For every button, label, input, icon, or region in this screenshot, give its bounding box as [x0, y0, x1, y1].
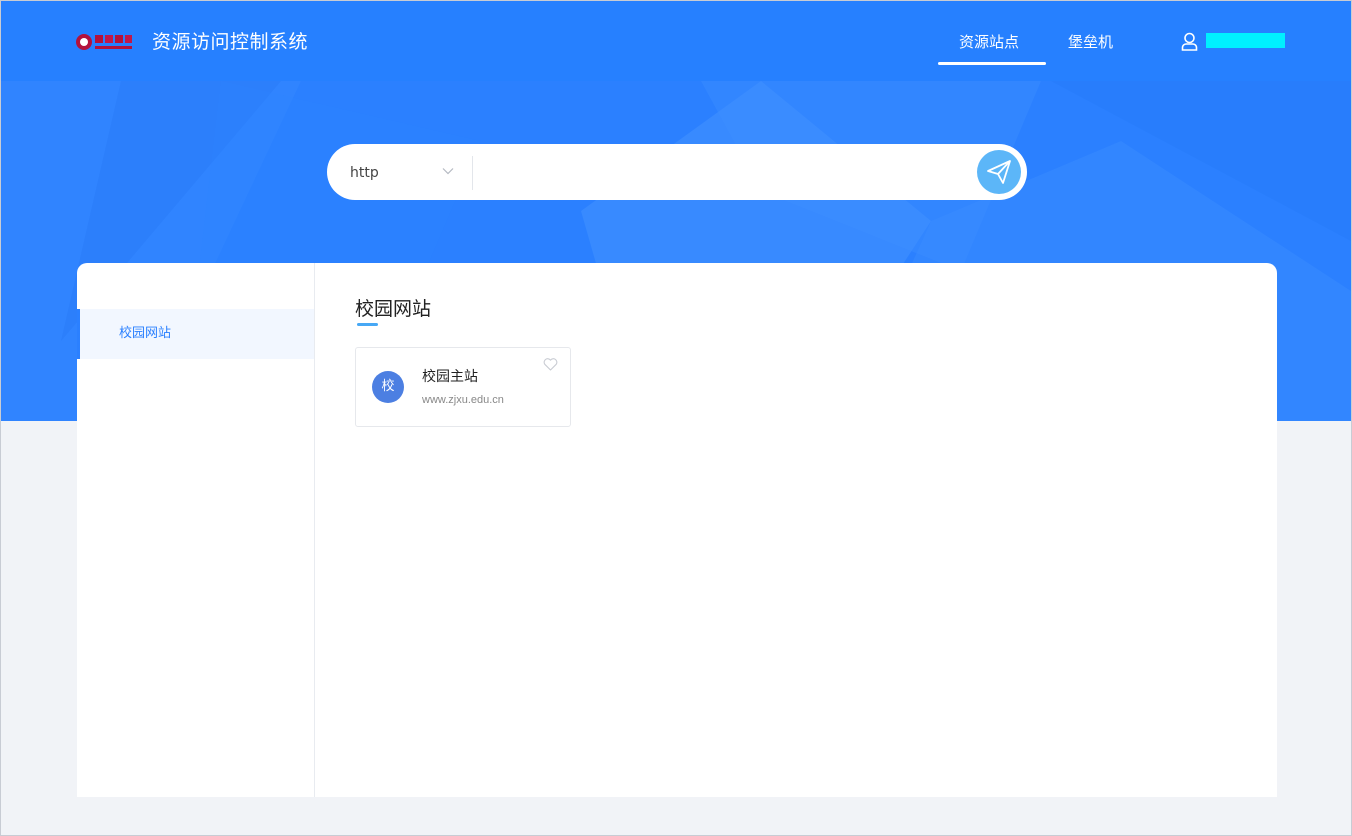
- site-avatar: 校: [372, 371, 404, 403]
- university-logo: [76, 34, 132, 50]
- protocol-value: http: [350, 165, 379, 181]
- section-title: 校园网站: [355, 298, 432, 320]
- paper-plane-icon: [987, 160, 1011, 184]
- top-navigation-bar: 资源访问控制系统 资源站点 堡垒机: [1, 1, 1351, 81]
- site-card[interactable]: 校 校园主站 www.zjxu.edu.cn: [355, 347, 571, 427]
- nav-bastion-host[interactable]: 堡垒机: [1068, 31, 1113, 57]
- nav-active-indicator: [938, 62, 1046, 65]
- heart-outline-icon[interactable]: [543, 358, 558, 371]
- sidebar-item-label: 校园网站: [119, 326, 172, 341]
- chevron-down-icon: [442, 168, 454, 175]
- category-sidebar: 校园网站: [77, 263, 315, 797]
- user-icon[interactable]: [1181, 32, 1198, 51]
- go-button-circle: [977, 150, 1021, 194]
- sidebar-item-campus-websites[interactable]: 校园网站: [77, 309, 314, 359]
- nav-resource-sites[interactable]: 资源站点: [959, 31, 1019, 57]
- username-redacted[interactable]: [1206, 33, 1285, 48]
- content-panel: 校园网站 校园网站 校 校园主站 www.zjxu.edu.cn: [77, 263, 1277, 797]
- search-divider: [472, 156, 473, 190]
- protocol-select[interactable]: http: [327, 144, 473, 200]
- section-title-underline: [357, 323, 378, 326]
- url-input[interactable]: [483, 152, 983, 192]
- go-button[interactable]: [973, 146, 1025, 198]
- resource-search-bar: http: [327, 144, 1027, 200]
- app-title: 资源访问控制系统: [152, 31, 309, 53]
- site-name: 校园主站: [422, 369, 478, 385]
- site-url: www.zjxu.edu.cn: [422, 394, 504, 406]
